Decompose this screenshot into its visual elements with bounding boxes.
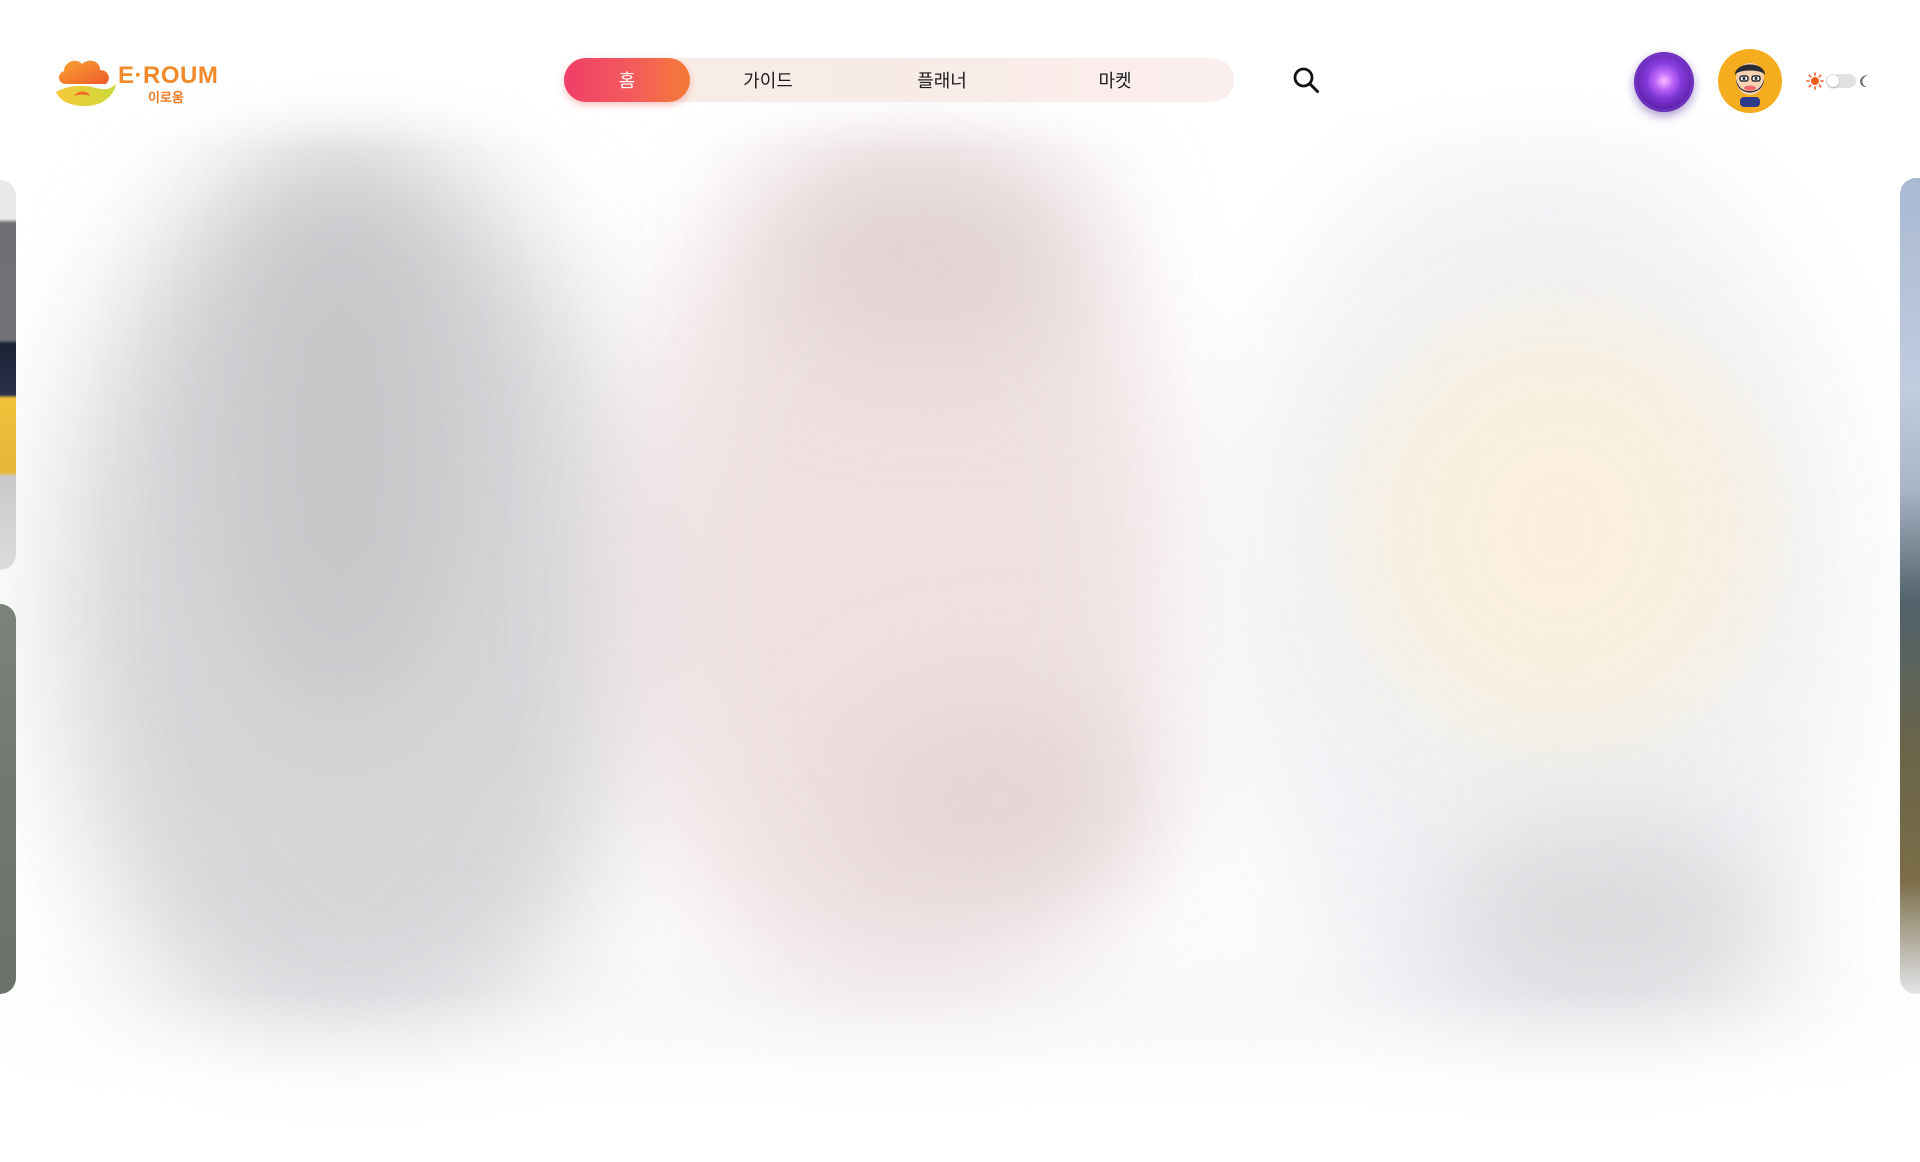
blurred-slide-center-top [760,140,1100,360]
cloud-logo-icon [56,60,116,106]
user-avatar[interactable] [1718,49,1782,113]
blurred-slide-left-detail [220,160,460,720]
nav-tab-planner[interactable]: 플래너 [882,58,1002,102]
bottom-fade [0,992,1920,1162]
ai-orb-icon[interactable] [1634,52,1694,112]
carousel-card-left-bottom[interactable] [0,604,16,994]
hero-carousel-backdrop [0,0,1920,1162]
theme-toggle[interactable] [1806,70,1872,92]
brand-name-korean: 이로움 [148,91,184,106]
nav-tab-home[interactable]: 홈 [564,58,690,102]
brand-name: E·ROUM [118,62,219,89]
sun-icon [1806,72,1824,90]
moon-icon [1860,75,1868,88]
blurred-slide-center-bottom [840,700,1160,900]
search-icon[interactable] [1292,66,1320,94]
main-nav: 홈 가이드 플래너 마켓 [564,58,1234,102]
nav-tab-guide[interactable]: 가이드 [708,58,828,102]
carousel-card-left-top[interactable] [0,180,16,570]
orb-glow [1648,64,1680,98]
top-header: E·ROUM 이로움 홈 가이드 플래너 마켓 [0,0,1920,160]
brand-logo[interactable]: E·ROUM 이로움 [52,52,222,110]
nav-tab-market[interactable]: 마켓 [1060,58,1170,102]
theme-switch-track[interactable] [1826,74,1856,88]
carousel-card-right[interactable] [1900,178,1920,994]
home-page: E·ROUM 이로움 홈 가이드 플래너 마켓 [0,0,1920,1162]
avatar-face-icon [1735,63,1765,107]
blurred-slide-right-highlight [1360,320,1760,740]
theme-switch-knob [1827,75,1839,87]
